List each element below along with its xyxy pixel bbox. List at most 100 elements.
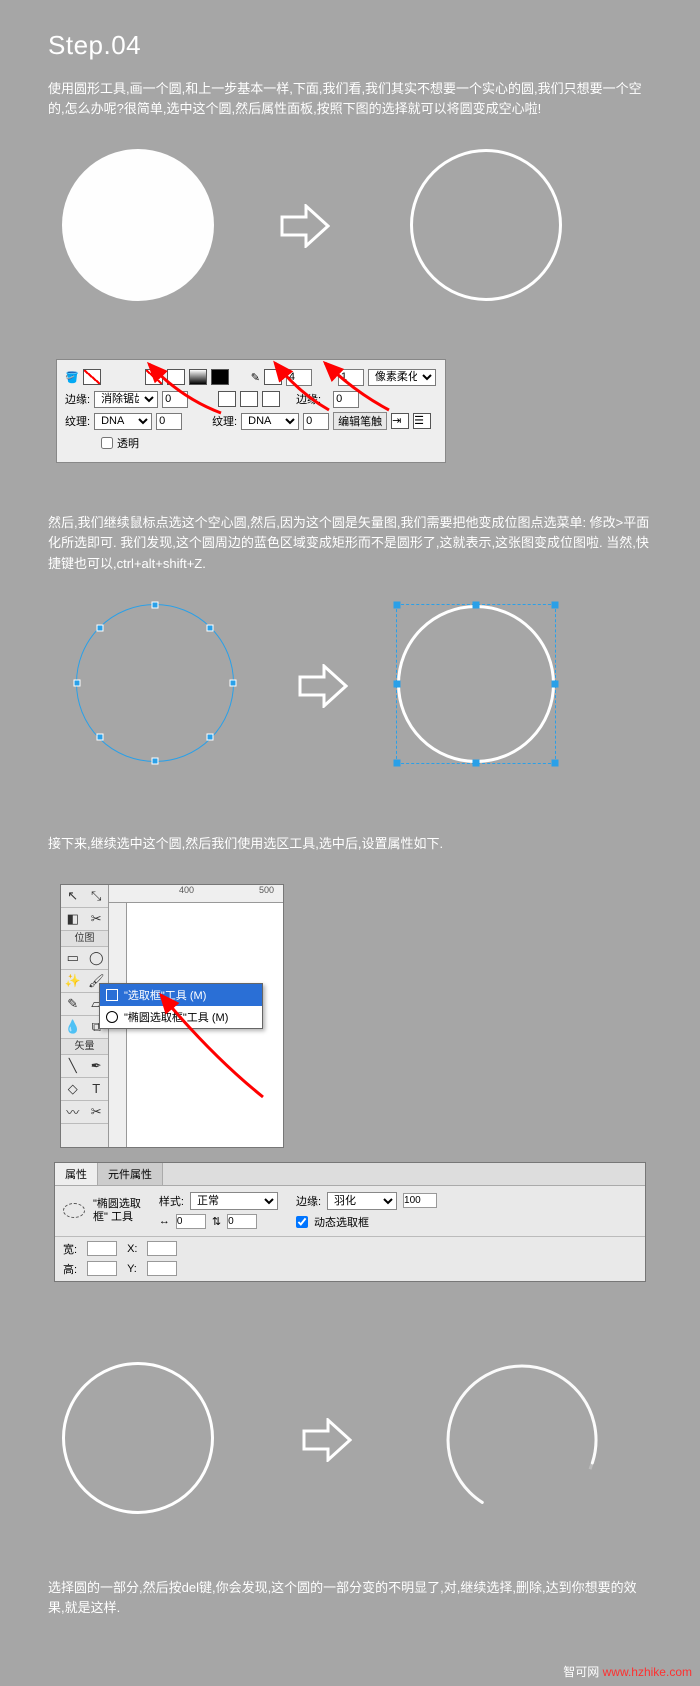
knife-tool-icon[interactable]: ✂ bbox=[85, 1101, 109, 1123]
dynamic-marquee-label: 动态选取框 bbox=[314, 1214, 369, 1230]
lasso-tool-icon[interactable]: ◯ bbox=[85, 947, 109, 969]
tools-panel-screenshot: 400 500 ↖⤡ ◧✂ 位图 ▭◯ ✨🖌 ✎▱ 💧⧉ 矢量 ╲✒ ◇T 〰✂… bbox=[60, 884, 284, 1148]
texture-select[interactable]: DNA bbox=[94, 413, 152, 430]
fill-bucket-icon: 🪣 bbox=[65, 371, 79, 384]
feathered-circle bbox=[438, 1356, 606, 1524]
edge-label-2: 边缘: bbox=[296, 1193, 321, 1209]
ruler-top: 400 500 bbox=[109, 885, 283, 903]
constrain-w-input[interactable] bbox=[176, 1214, 206, 1229]
freeform-tool-icon[interactable]: 〰 bbox=[61, 1101, 85, 1123]
texture-num-2[interactable] bbox=[303, 413, 329, 430]
paragraph-4: 选择圆的一部分,然后按del键,你会发现,这个圆的一部分变的不明显了,对,继续选… bbox=[48, 1578, 652, 1618]
tool-name-label: "椭圆选取框" 工具 bbox=[93, 1198, 141, 1224]
marquee-tool-icon[interactable]: ▭ bbox=[61, 947, 85, 969]
constrain-h-icon: ↔ bbox=[159, 1215, 170, 1227]
stroke-color-swatch[interactable] bbox=[264, 369, 282, 385]
pointer-tool-icon[interactable]: ↖ bbox=[61, 885, 85, 907]
fill-mode-solid[interactable] bbox=[167, 369, 185, 385]
fill-mode-pattern[interactable] bbox=[211, 369, 229, 385]
side-num[interactable] bbox=[333, 391, 359, 408]
bitmap-section-label: 位图 bbox=[61, 931, 108, 947]
crop-tool-icon[interactable]: ✂ bbox=[85, 908, 109, 930]
fill-mode-gradient[interactable] bbox=[189, 369, 207, 385]
height-label: 高: bbox=[63, 1261, 77, 1277]
vector-circle bbox=[76, 604, 234, 762]
paragraph-3: 接下来,继续选中这个圆,然后我们使用选区工具,选中后,设置属性如下. bbox=[48, 834, 652, 854]
illustration-row-3 bbox=[48, 1362, 652, 1542]
marquee-rect-icon bbox=[106, 989, 118, 1001]
texture-select-2[interactable]: DNA bbox=[241, 413, 299, 430]
antialias-select[interactable]: 消除锯齿 bbox=[94, 391, 158, 408]
wand-tool-icon[interactable]: ✨ bbox=[61, 970, 85, 992]
marquee-rect-item[interactable]: "选取框"工具 (M) bbox=[100, 984, 262, 1006]
style-label: 样式: bbox=[159, 1193, 184, 1209]
marquee-oval-label: "椭圆选取框"工具 (M) bbox=[124, 1009, 228, 1025]
x-label: X: bbox=[127, 1243, 137, 1255]
paragraph-1: 使用圆形工具,画一个圆,和上一步基本一样,下面,我们看,我们其实不想要一个实心的… bbox=[48, 79, 652, 119]
properties-panel-fill: 🪣 ✎ 像素柔化 边缘: 消除锯齿 边缘: bbox=[56, 359, 446, 463]
edit-stroke-button[interactable]: 编辑笔触 bbox=[333, 412, 387, 430]
misc-btn-1[interactable]: ⇥ bbox=[391, 413, 409, 429]
line-tool-icon[interactable]: ╲ bbox=[61, 1055, 85, 1077]
shape-tool-icon[interactable]: ◇ bbox=[61, 1078, 85, 1100]
scale-tool-icon[interactable]: ◧ bbox=[61, 908, 85, 930]
edge-select[interactable]: 羽化 bbox=[327, 1192, 397, 1210]
dynamic-marquee-checkbox[interactable] bbox=[296, 1216, 308, 1228]
watermark-site: 智可网 bbox=[563, 1665, 599, 1679]
cap-square-3[interactable] bbox=[262, 391, 280, 407]
width-input[interactable] bbox=[87, 1241, 117, 1256]
feather-amount-input[interactable] bbox=[403, 1193, 437, 1208]
texture-num[interactable] bbox=[156, 413, 182, 430]
fill-mode-none[interactable] bbox=[145, 369, 163, 385]
side-label: 边缘: bbox=[296, 391, 321, 407]
marquee-flyout: "选取框"工具 (M) "椭圆选取框"工具 (M) bbox=[99, 983, 263, 1029]
transparent-checkbox[interactable] bbox=[101, 437, 113, 449]
tab-properties[interactable]: 属性 bbox=[55, 1163, 98, 1185]
marquee-oval-icon bbox=[106, 1011, 118, 1023]
paragraph-2: 然后,我们继续鼠标点选这个空心圆,然后,因为这个圆是矢量图,我们需要把他变成位图… bbox=[48, 513, 652, 573]
fill-none-swatch[interactable] bbox=[83, 369, 101, 385]
x-input[interactable] bbox=[147, 1241, 177, 1256]
pencil-icon: ✎ bbox=[251, 371, 260, 384]
watermark: 智可网 www.hzhike.com bbox=[563, 1663, 692, 1680]
cap-square-2[interactable] bbox=[240, 391, 258, 407]
illustration-row-2 bbox=[48, 604, 652, 794]
edge-label: 边缘: bbox=[65, 391, 90, 407]
watermark-domain: www.hzhike.com bbox=[603, 1665, 692, 1679]
style-select[interactable]: 正常 bbox=[190, 1192, 278, 1210]
edge-mode-select[interactable]: 像素柔化 bbox=[368, 369, 436, 386]
tab-component-properties[interactable]: 元件属性 bbox=[98, 1163, 163, 1185]
pencil-tool-icon[interactable]: ✎ bbox=[61, 993, 85, 1015]
vector-section-label: 矢量 bbox=[61, 1039, 108, 1055]
transparent-label: 透明 bbox=[117, 435, 139, 451]
misc-btn-2[interactable]: ☰ bbox=[413, 413, 431, 429]
blur-tool-icon[interactable]: 💧 bbox=[61, 1016, 85, 1038]
antialias-num[interactable] bbox=[162, 391, 188, 408]
stroke-width-input[interactable] bbox=[286, 369, 312, 386]
illustration-row-1 bbox=[48, 149, 652, 329]
oval-marquee-icon bbox=[63, 1203, 85, 1218]
bitmap-circle bbox=[397, 605, 555, 763]
y-label: Y: bbox=[127, 1263, 137, 1275]
step-title: Step.04 bbox=[48, 30, 652, 61]
width-label: 宽: bbox=[63, 1241, 77, 1257]
hollow-circle-2 bbox=[62, 1362, 214, 1514]
marquee-rect-label: "选取框"工具 (M) bbox=[124, 987, 206, 1003]
arrow-icon bbox=[298, 664, 348, 708]
text-tool-icon[interactable]: T bbox=[85, 1078, 109, 1100]
pen-tool-icon[interactable]: ✒ bbox=[85, 1055, 109, 1077]
marquee-oval-item[interactable]: "椭圆选取框"工具 (M) bbox=[100, 1006, 262, 1028]
cap-square-1[interactable] bbox=[218, 391, 236, 407]
height-input[interactable] bbox=[87, 1261, 117, 1276]
bitmap-bounding-box bbox=[396, 604, 556, 764]
arrow-icon bbox=[302, 1418, 352, 1462]
constrain-h-input[interactable] bbox=[227, 1214, 257, 1229]
edge-value-input[interactable] bbox=[338, 369, 364, 386]
arrow-icon bbox=[280, 204, 330, 248]
hollow-circle bbox=[410, 149, 562, 301]
subselect-tool-icon[interactable]: ⤡ bbox=[85, 885, 109, 907]
y-input[interactable] bbox=[147, 1261, 177, 1276]
solid-circle bbox=[62, 149, 214, 301]
lock-icon: ⇅ bbox=[212, 1215, 221, 1228]
properties-panel-marquee: 属性 元件属性 "椭圆选取框" 工具 样式: 正常 ↔ ⇅ bbox=[54, 1162, 646, 1282]
